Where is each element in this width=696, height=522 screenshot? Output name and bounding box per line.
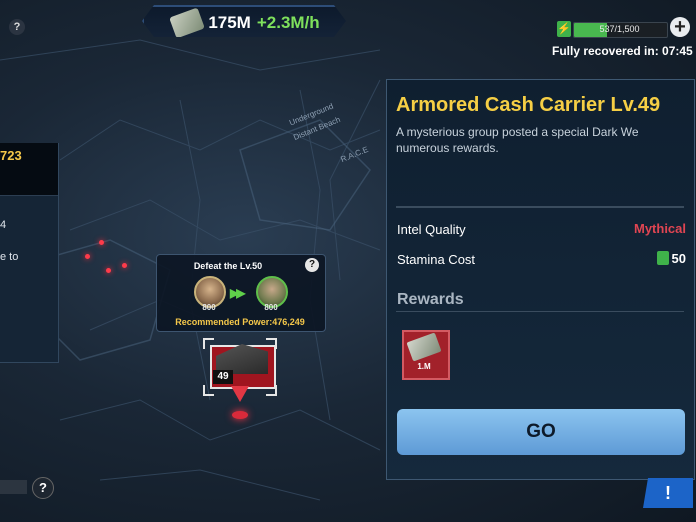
stamina-icon	[656, 251, 669, 265]
stamina-icon: ⚡	[557, 21, 571, 37]
reward-quantity: 1.M	[417, 362, 431, 371]
map-hotspot[interactable]	[106, 268, 111, 273]
rewards-heading: Rewards	[397, 291, 464, 308]
map-hotspot[interactable]	[99, 240, 104, 245]
stamina-cost-value: 50	[671, 251, 686, 266]
help-icon[interactable]: ?	[305, 258, 319, 272]
go-button[interactable]: GO	[397, 409, 685, 455]
left-panel-text: e to	[0, 251, 19, 263]
cash-amount: 175M	[208, 13, 251, 32]
target-name: Armored Cash Carrier Lv.49	[396, 94, 661, 116]
cash-icon	[169, 7, 206, 37]
help-icon[interactable]: ?	[9, 19, 25, 35]
pin-base-icon	[232, 411, 248, 419]
cash-rate: +2.3M/h	[256, 13, 320, 32]
target-title: Defeat the Lv.50	[193, 261, 263, 271]
add-stamina-button[interactable]: +	[670, 17, 690, 37]
stamina-text: 537/1,500	[599, 24, 640, 34]
divider	[396, 311, 684, 312]
recovery-timer: Fully recovered in: 07:45	[552, 44, 693, 58]
left-panel-number: 723	[0, 148, 22, 163]
target-description: A mysterious group posted a special Dark…	[396, 125, 639, 155]
map-hotspot[interactable]	[85, 254, 90, 259]
alert-button[interactable]: !	[643, 478, 693, 508]
divider	[396, 206, 684, 208]
arrows-icon: ▶▶	[230, 286, 246, 300]
map-hotspot[interactable]	[122, 263, 127, 268]
help-icon[interactable]: ?	[32, 477, 54, 499]
attacker-power: 800	[202, 303, 216, 312]
intel-quality-label: Intel Quality	[397, 222, 466, 237]
marker-level: 49	[213, 370, 233, 384]
recommended-power: Recommended Power:476,249	[175, 317, 305, 327]
cash-resource-bar[interactable]: 175M +2.3M/h	[142, 5, 346, 37]
stamina-cost: 50	[656, 251, 686, 266]
stamina-cost-label: Stamina Cost	[397, 252, 476, 267]
left-bottom-tab[interactable]	[0, 480, 27, 494]
intel-quality-value: Mythical	[633, 221, 686, 236]
left-panel-text: 4	[0, 219, 7, 231]
defender-power: 800	[264, 303, 278, 312]
